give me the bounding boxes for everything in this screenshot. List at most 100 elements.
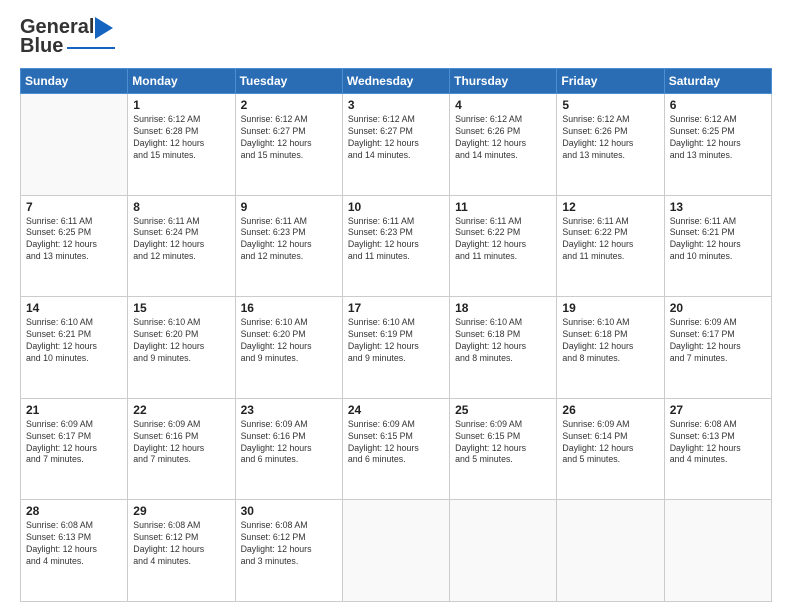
day-number: 24 [348, 403, 444, 417]
table-row: 9Sunrise: 6:11 AMSunset: 6:23 PMDaylight… [235, 195, 342, 297]
table-row [664, 500, 771, 602]
day-info: Sunrise: 6:10 AMSunset: 6:21 PMDaylight:… [26, 317, 122, 365]
table-row: 16 Sunrise: 6:10 AMSunset: 6:20 PMDayligh… [235, 297, 342, 399]
day-info: Sunrise: 6:09 AMSunset: 6:15 PMDaylight:… [348, 419, 444, 467]
col-friday: Friday [557, 69, 664, 94]
table-row: 24 Sunrise: 6:09 AMSunset: 6:15 PMDayligh… [342, 398, 449, 500]
day-info: Sunrise: 6:11 AMSunset: 6:25 PMDaylight:… [26, 216, 122, 264]
day-number: 23 [241, 403, 337, 417]
day-number: 13 [670, 200, 766, 214]
day-number: 30 [241, 504, 337, 518]
logo-arrow-icon [95, 17, 113, 39]
logo-blue: Blue [20, 35, 63, 58]
day-info: Sunrise: 6:08 AMSunset: 6:13 PMDaylight:… [26, 520, 122, 568]
table-row: 12 Sunrise: 6:11 AMSunset: 6:22 PMDayligh… [557, 195, 664, 297]
day-number: 26 [562, 403, 658, 417]
day-number: 1 [133, 98, 229, 112]
table-row [342, 500, 449, 602]
day-number: 22 [133, 403, 229, 417]
day-info: Sunrise: 6:12 AMSunset: 6:27 PMDaylight:… [241, 114, 337, 162]
day-info: Sunrise: 6:11 AMSunset: 6:21 PMDaylight:… [670, 216, 766, 264]
day-info: Sunrise: 6:08 AMSunset: 6:12 PMDaylight:… [241, 520, 337, 568]
col-saturday: Saturday [664, 69, 771, 94]
table-row: 30 Sunrise: 6:08 AMSunset: 6:12 PMDayligh… [235, 500, 342, 602]
table-row: 18 Sunrise: 6:10 AMSunset: 6:18 PMDayligh… [450, 297, 557, 399]
table-row: 21 Sunrise: 6:09 AMSunset: 6:17 PMDayligh… [21, 398, 128, 500]
day-info: Sunrise: 6:12 AMSunset: 6:27 PMDaylight:… [348, 114, 444, 162]
day-info: Sunrise: 6:09 AMSunset: 6:15 PMDaylight:… [455, 419, 551, 467]
day-number: 20 [670, 301, 766, 315]
day-number: 25 [455, 403, 551, 417]
day-number: 17 [348, 301, 444, 315]
col-wednesday: Wednesday [342, 69, 449, 94]
day-info: Sunrise: 6:09 AMSunset: 6:17 PMDaylight:… [670, 317, 766, 365]
col-monday: Monday [128, 69, 235, 94]
day-info: Sunrise: 6:10 AMSunset: 6:19 PMDaylight:… [348, 317, 444, 365]
day-info: Sunrise: 6:12 AMSunset: 6:25 PMDaylight:… [670, 114, 766, 162]
day-number: 27 [670, 403, 766, 417]
table-row: 1 Sunrise: 6:12 AMSunset: 6:28 PMDaylight… [128, 94, 235, 196]
page: General Blue Sunday Monday Tuesday [0, 0, 792, 612]
day-info: Sunrise: 6:08 AMSunset: 6:13 PMDaylight:… [670, 419, 766, 467]
calendar-row: 28Sunrise: 6:08 AMSunset: 6:13 PMDayligh… [21, 500, 772, 602]
day-info: Sunrise: 6:12 AMSunset: 6:28 PMDaylight:… [133, 114, 229, 162]
table-row: 10 Sunrise: 6:11 AMSunset: 6:23 PMDayligh… [342, 195, 449, 297]
table-row: 20 Sunrise: 6:09 AMSunset: 6:17 PMDayligh… [664, 297, 771, 399]
table-row: 2 Sunrise: 6:12 AMSunset: 6:27 PMDaylight… [235, 94, 342, 196]
logo: General Blue [20, 16, 115, 58]
day-info: Sunrise: 6:11 AMSunset: 6:23 PMDaylight:… [241, 216, 337, 264]
day-info: Sunrise: 6:09 AMSunset: 6:16 PMDaylight:… [133, 419, 229, 467]
calendar-row: 7 Sunrise: 6:11 AMSunset: 6:25 PMDaylight… [21, 195, 772, 297]
day-info: Sunrise: 6:11 AMSunset: 6:22 PMDaylight:… [562, 216, 658, 264]
day-number: 12 [562, 200, 658, 214]
day-number: 18 [455, 301, 551, 315]
table-row: 19Sunrise: 6:10 AMSunset: 6:18 PMDayligh… [557, 297, 664, 399]
table-row: 4Sunrise: 6:12 AMSunset: 6:26 PMDaylight… [450, 94, 557, 196]
table-row: 7 Sunrise: 6:11 AMSunset: 6:25 PMDaylight… [21, 195, 128, 297]
calendar-header-row: Sunday Monday Tuesday Wednesday Thursday… [21, 69, 772, 94]
day-number: 10 [348, 200, 444, 214]
day-info: Sunrise: 6:09 AMSunset: 6:14 PMDaylight:… [562, 419, 658, 467]
header: General Blue [20, 16, 772, 58]
table-row: 8 Sunrise: 6:11 AMSunset: 6:24 PMDaylight… [128, 195, 235, 297]
table-row: 3 Sunrise: 6:12 AMSunset: 6:27 PMDaylight… [342, 94, 449, 196]
col-tuesday: Tuesday [235, 69, 342, 94]
day-info: Sunrise: 6:10 AMSunset: 6:20 PMDaylight:… [241, 317, 337, 365]
day-number: 4 [455, 98, 551, 112]
day-number: 14 [26, 301, 122, 315]
day-number: 5 [562, 98, 658, 112]
day-info: Sunrise: 6:11 AMSunset: 6:23 PMDaylight:… [348, 216, 444, 264]
col-thursday: Thursday [450, 69, 557, 94]
calendar-row: 1 Sunrise: 6:12 AMSunset: 6:28 PMDaylight… [21, 94, 772, 196]
day-number: 21 [26, 403, 122, 417]
day-number: 2 [241, 98, 337, 112]
day-number: 19 [562, 301, 658, 315]
day-number: 7 [26, 200, 122, 214]
table-row: 6 Sunrise: 6:12 AMSunset: 6:25 PMDaylight… [664, 94, 771, 196]
day-number: 16 [241, 301, 337, 315]
table-row: 28Sunrise: 6:08 AMSunset: 6:13 PMDayligh… [21, 500, 128, 602]
table-row: 27 Sunrise: 6:08 AMSunset: 6:13 PMDayligh… [664, 398, 771, 500]
table-row [450, 500, 557, 602]
day-number: 29 [133, 504, 229, 518]
day-number: 6 [670, 98, 766, 112]
day-info: Sunrise: 6:11 AMSunset: 6:24 PMDaylight:… [133, 216, 229, 264]
table-row: 23 Sunrise: 6:09 AMSunset: 6:16 PMDayligh… [235, 398, 342, 500]
table-row: 26 Sunrise: 6:09 AMSunset: 6:14 PMDayligh… [557, 398, 664, 500]
table-row: 5 Sunrise: 6:12 AMSunset: 6:26 PMDaylight… [557, 94, 664, 196]
table-row: 13 Sunrise: 6:11 AMSunset: 6:21 PMDayligh… [664, 195, 771, 297]
table-row: 17 Sunrise: 6:10 AMSunset: 6:19 PMDayligh… [342, 297, 449, 399]
day-info: Sunrise: 6:09 AMSunset: 6:16 PMDaylight:… [241, 419, 337, 467]
calendar-row: 14 Sunrise: 6:10 AMSunset: 6:21 PMDayligh… [21, 297, 772, 399]
table-row: 11Sunrise: 6:11 AMSunset: 6:22 PMDayligh… [450, 195, 557, 297]
day-number: 8 [133, 200, 229, 214]
day-info: Sunrise: 6:12 AMSunset: 6:26 PMDaylight:… [562, 114, 658, 162]
table-row: 29Sunrise: 6:08 AMSunset: 6:12 PMDayligh… [128, 500, 235, 602]
day-info: Sunrise: 6:09 AMSunset: 6:17 PMDaylight:… [26, 419, 122, 467]
day-info: Sunrise: 6:11 AMSunset: 6:22 PMDaylight:… [455, 216, 551, 264]
col-sunday: Sunday [21, 69, 128, 94]
table-row [557, 500, 664, 602]
calendar-row: 21 Sunrise: 6:09 AMSunset: 6:17 PMDayligh… [21, 398, 772, 500]
day-number: 3 [348, 98, 444, 112]
day-info: Sunrise: 6:10 AMSunset: 6:18 PMDaylight:… [455, 317, 551, 365]
